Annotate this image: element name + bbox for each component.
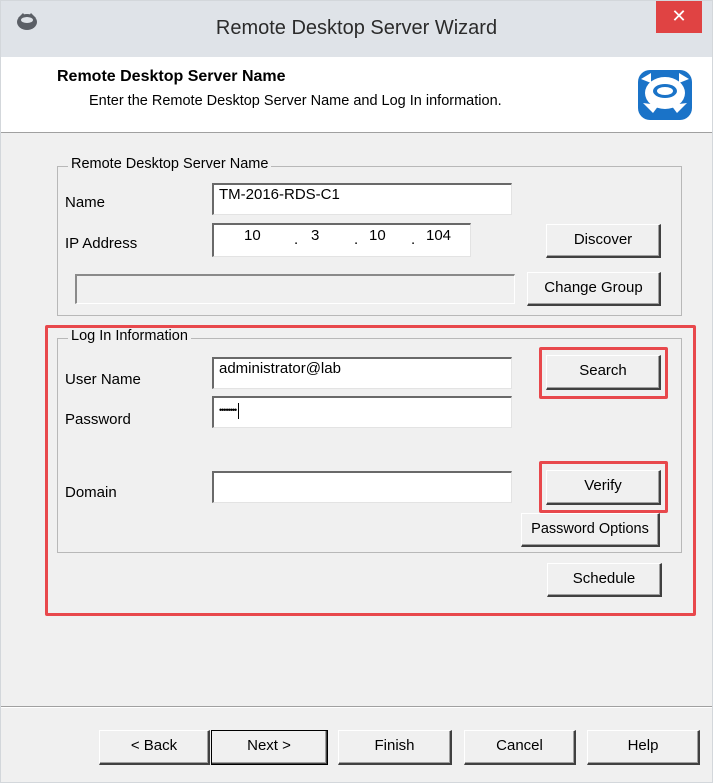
page-title: Remote Desktop Server Name [57,68,286,85]
name-field[interactable]: TM-2016-RDS-C1 [212,183,512,215]
footer-divider [1,706,712,708]
ip-octet-3[interactable]: 10 [369,227,386,244]
help-button[interactable]: Help [587,730,700,765]
ip-separator: . [294,231,299,248]
thinman-logo-icon [638,70,692,120]
next-button[interactable]: Next > [211,730,328,765]
discover-button[interactable]: Discover [546,224,661,258]
ip-address-label: IP Address [65,235,138,252]
window-title: Remote Desktop Server Wizard [215,17,498,39]
group-field [75,274,515,304]
back-button[interactable]: < Back [99,730,210,765]
change-group-button[interactable]: Change Group [527,272,661,306]
ip-address-field[interactable]: 10 . 3 . 10 . 104 [212,223,471,257]
ip-octet-4[interactable]: 104 [426,227,451,244]
page-subtitle: Enter the Remote Desktop Server Name and… [89,93,502,109]
title-bar: Remote Desktop Server Wizard ✕ [1,1,712,57]
ip-separator: . [411,231,416,248]
finish-button[interactable]: Finish [338,730,452,765]
ip-octet-1[interactable]: 10 [244,227,261,244]
server-name-legend: Remote Desktop Server Name [68,156,272,172]
ip-separator: . [354,231,359,248]
ip-octet-2[interactable]: 3 [311,227,319,244]
verify-button-highlight [539,461,668,513]
close-icon: ✕ [671,6,687,27]
name-label: Name [65,194,106,211]
search-button-highlight [539,347,668,399]
close-button[interactable]: ✕ [656,1,702,33]
cancel-button[interactable]: Cancel [464,730,576,765]
wizard-window: Remote Desktop Server Wizard ✕ Remote De… [0,0,713,783]
wizard-header: Remote Desktop Server Name Enter the Rem… [1,57,712,133]
